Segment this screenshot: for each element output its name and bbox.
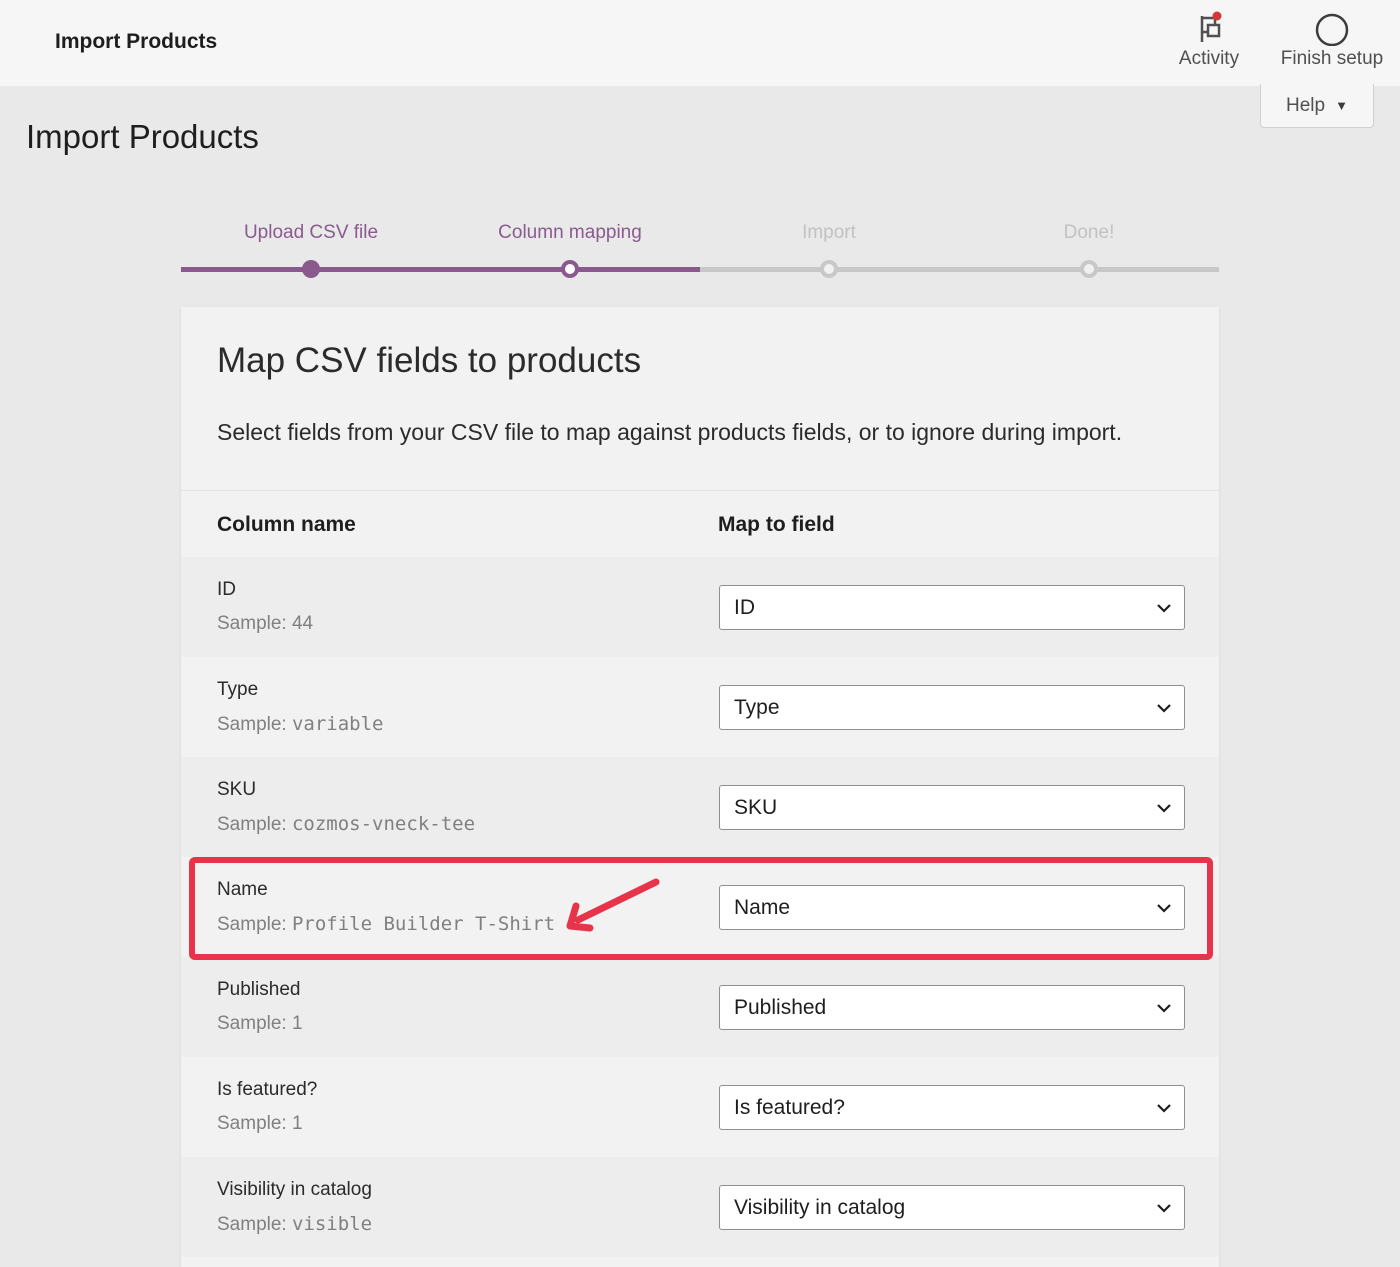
sample-prefix: Sample: xyxy=(217,613,287,634)
column-name-header: Column name xyxy=(217,513,356,536)
step-import: Import xyxy=(699,222,959,278)
map-to-field-select[interactable]: Type xyxy=(719,685,1185,730)
mapping-card: Map CSV fields to products Select fields… xyxy=(181,307,1219,1267)
column-sample: Sample: 1 xyxy=(217,1013,303,1035)
step-dot xyxy=(1080,260,1098,278)
column-name: Published xyxy=(217,979,301,1000)
sample-prefix: Sample: xyxy=(217,1214,287,1235)
sample-prefix: Sample: xyxy=(217,714,287,735)
table-row: Visibility in catalog Sample: visible Visi… xyxy=(181,1157,1219,1257)
column-sample: Sample: cozmos-vneck-tee xyxy=(217,813,475,836)
caret-down-icon: ▼ xyxy=(1335,98,1348,113)
table-row: Name Sample: Profile Builder T-Shirt Name xyxy=(181,857,1219,957)
chevron-down-icon xyxy=(1157,704,1171,713)
stepper-track-pending xyxy=(700,267,1219,272)
step-dot xyxy=(302,260,320,278)
step-done: Done! xyxy=(959,222,1219,278)
sample-value: visible xyxy=(291,1213,373,1235)
chevron-down-icon xyxy=(1157,804,1171,813)
step-label: Done! xyxy=(1063,222,1115,243)
sample-value: cozmos-vneck-tee xyxy=(291,813,476,835)
map-to-field-select[interactable]: Is featured? xyxy=(719,1085,1185,1130)
step-upload-csv: Upload CSV file xyxy=(181,222,441,278)
mapping-rows: ID Sample: 44 ID Type Sample: variable Type SK… xyxy=(181,557,1219,1257)
topbar-title: Import Products xyxy=(55,30,218,53)
select-value: ID xyxy=(734,596,755,619)
sample-value: Profile Builder T-Shirt xyxy=(291,913,556,935)
column-sample: Sample: visible xyxy=(217,1213,372,1236)
circle-icon xyxy=(1315,13,1349,46)
flag-icon xyxy=(1200,11,1222,42)
help-label: Help xyxy=(1286,94,1326,116)
sample-prefix: Sample: xyxy=(217,1013,287,1034)
table-row: ID Sample: 44 ID xyxy=(181,557,1219,657)
finish-setup-label: Finish setup xyxy=(1280,48,1384,69)
import-stepper: Upload CSV file Column mapping Import Do… xyxy=(181,222,1219,282)
card-header: Map CSV fields to products Select fields… xyxy=(181,307,1219,491)
sample-prefix: Sample: xyxy=(217,1113,287,1134)
step-label: Upload CSV file xyxy=(243,222,379,243)
map-to-field-select[interactable]: Published xyxy=(719,985,1185,1030)
card-title: Map CSV fields to products xyxy=(217,341,642,380)
column-name: Is featured? xyxy=(217,1079,318,1100)
map-to-field-select[interactable]: Name xyxy=(719,885,1185,930)
chevron-down-icon xyxy=(1157,1004,1171,1013)
map-to-field-select[interactable]: SKU xyxy=(719,785,1185,830)
select-value: Published xyxy=(734,996,827,1019)
column-sample: Sample: variable xyxy=(217,713,384,736)
stepper-track-done xyxy=(181,267,700,272)
table-header: Column name Map to field xyxy=(181,491,1219,557)
select-value: Name xyxy=(734,896,791,919)
column-name: ID xyxy=(217,579,236,600)
column-sample: Sample: 44 xyxy=(217,613,313,635)
help-button[interactable]: Help ▼ xyxy=(1260,84,1374,128)
step-dot xyxy=(820,260,838,278)
step-dot xyxy=(561,260,579,278)
chevron-down-icon xyxy=(1157,1104,1171,1113)
column-name: Visibility in catalog xyxy=(217,1179,372,1200)
column-sample: Sample: Profile Builder T-Shirt xyxy=(217,913,555,936)
activity-button[interactable]: Activity xyxy=(1170,10,1248,70)
table-row: Published Sample: 1 Published xyxy=(181,957,1219,1057)
column-sample: Sample: 1 xyxy=(217,1113,303,1135)
table-row: Is featured? Sample: 1 Is featured? xyxy=(181,1057,1219,1157)
map-to-field-select[interactable]: ID xyxy=(719,585,1185,630)
select-value: Type xyxy=(734,696,780,719)
sample-value: 44 xyxy=(291,613,314,634)
card-description: Select fields from your CSV file to map … xyxy=(217,419,1123,445)
table-row: SKU Sample: cozmos-vneck-tee SKU xyxy=(181,757,1219,857)
sample-prefix: Sample: xyxy=(217,814,287,835)
chevron-down-icon xyxy=(1157,904,1171,913)
finish-setup-button[interactable]: Finish setup xyxy=(1270,10,1394,70)
top-bar: Import Products Activity Finish setup xyxy=(0,0,1400,86)
select-value: SKU xyxy=(734,796,778,819)
chevron-down-icon xyxy=(1157,604,1171,613)
column-name: SKU xyxy=(217,779,257,800)
activity-label: Activity xyxy=(1178,48,1240,69)
sample-prefix: Sample: xyxy=(217,914,287,935)
map-to-field-header: Map to field xyxy=(718,513,835,536)
table-row: Type Sample: variable Type xyxy=(181,657,1219,757)
column-name: Type xyxy=(217,679,259,700)
step-column-mapping: Column mapping xyxy=(440,222,700,278)
select-value: Visibility in catalog xyxy=(734,1196,906,1219)
select-value: Is featured? xyxy=(734,1096,845,1119)
chevron-down-icon xyxy=(1157,1204,1171,1213)
sample-value: variable xyxy=(291,713,384,735)
step-label: Import xyxy=(802,222,856,243)
map-to-field-select[interactable]: Visibility in catalog xyxy=(719,1185,1185,1230)
sample-value: 1 xyxy=(291,1013,303,1034)
page-title: Import Products xyxy=(26,118,259,155)
column-name: Name xyxy=(217,879,268,900)
step-label: Column mapping xyxy=(498,222,642,243)
sample-value: 1 xyxy=(291,1113,303,1134)
